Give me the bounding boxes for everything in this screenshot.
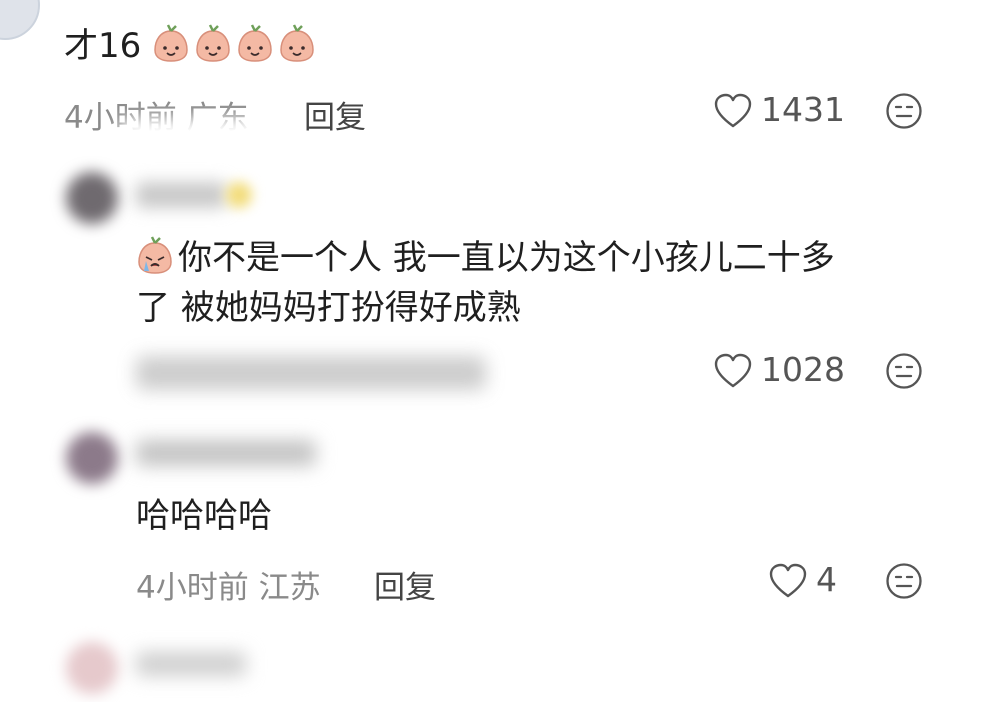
avatar[interactable] bbox=[66, 432, 118, 484]
peach-smile-icon bbox=[152, 23, 190, 63]
peach-crying-icon bbox=[136, 235, 174, 275]
heart-icon bbox=[714, 353, 752, 388]
avatar[interactable] bbox=[0, 0, 40, 40]
heart-icon bbox=[714, 93, 752, 128]
avatar[interactable] bbox=[66, 172, 118, 224]
like-button[interactable]: 4 bbox=[768, 558, 848, 604]
dislike-face-icon[interactable] bbox=[885, 92, 923, 130]
username[interactable] bbox=[136, 182, 226, 208]
privacy-smear bbox=[120, 118, 320, 158]
avatar[interactable] bbox=[66, 642, 118, 694]
comment-text: 你不是一个人 我一直以为这个小孩儿二十多 bbox=[136, 234, 835, 282]
comment-text-cont: 了 被她妈妈打扮得好成熟 bbox=[136, 288, 521, 328]
peach-smile-icon bbox=[236, 23, 274, 63]
peach-smile-icon bbox=[278, 23, 316, 63]
username[interactable] bbox=[136, 652, 246, 676]
comment-text: 才16 bbox=[64, 22, 320, 70]
reply-button[interactable]: 回复 bbox=[374, 562, 436, 607]
comment-text: 哈哈哈哈 bbox=[136, 496, 272, 536]
dislike-face-icon[interactable] bbox=[885, 562, 923, 600]
comment-meta-blurred bbox=[136, 356, 486, 390]
peach-smile-icon bbox=[194, 23, 232, 63]
like-button[interactable]: 1028 bbox=[713, 348, 845, 394]
username[interactable] bbox=[136, 440, 316, 466]
like-count: 4 bbox=[816, 560, 837, 599]
user-badge bbox=[226, 182, 252, 208]
heart-icon bbox=[769, 563, 807, 598]
like-count: 1431 bbox=[761, 90, 845, 129]
comment-text-label: 才16 bbox=[64, 26, 142, 66]
dislike-face-icon[interactable] bbox=[885, 352, 923, 390]
reply-button[interactable]: 回复 bbox=[304, 92, 366, 137]
comment-meta: 4小时前 江苏 bbox=[136, 570, 321, 606]
comment-text-line1: 你不是一个人 我一直以为这个小孩儿二十多 bbox=[178, 238, 835, 278]
like-button[interactable]: 1431 bbox=[713, 88, 845, 134]
like-count: 1028 bbox=[761, 350, 845, 389]
